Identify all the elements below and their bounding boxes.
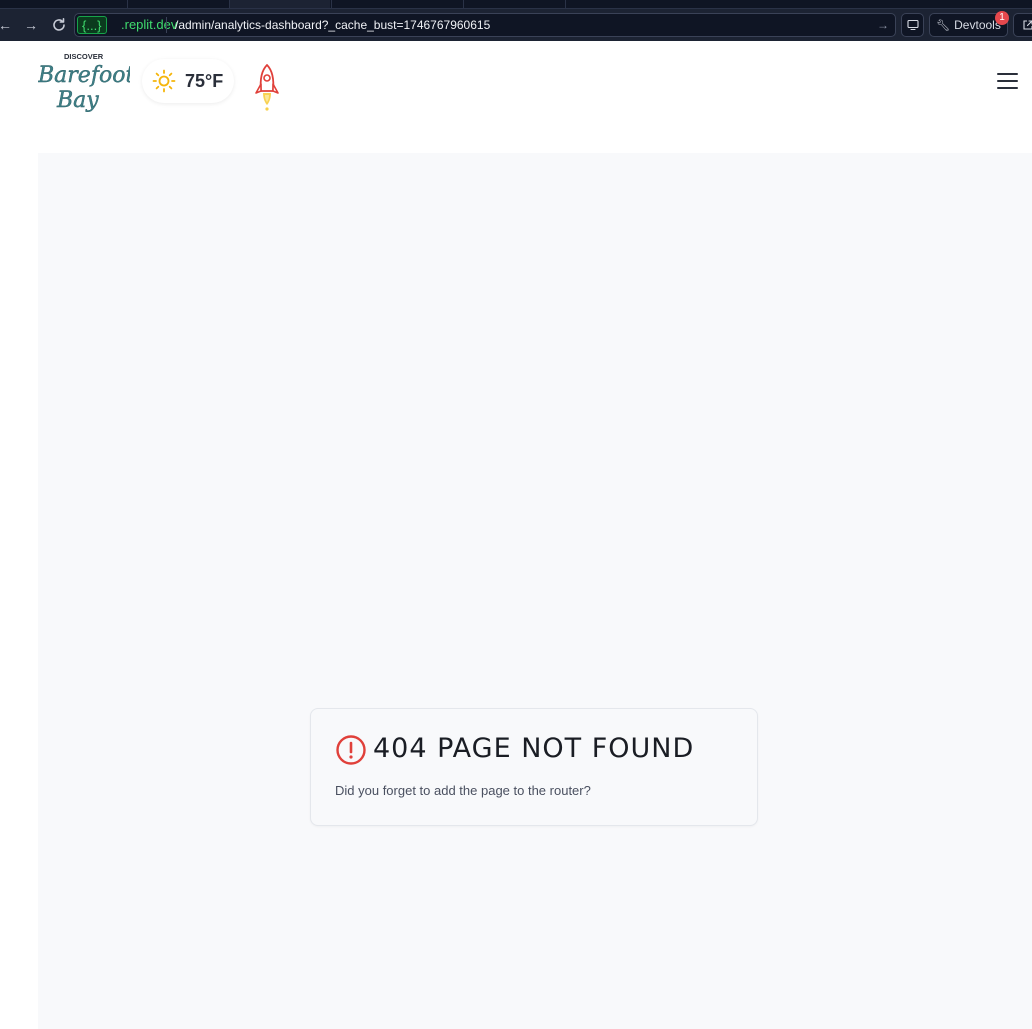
go-arrow-icon[interactable]: →: [877, 16, 889, 34]
not-found-card: 404 PAGE NOT FOUND Did you forget to add…: [310, 708, 758, 826]
back-arrow-icon: ←: [0, 17, 12, 33]
main-content: 404 PAGE NOT FOUND Did you forget to add…: [38, 153, 1032, 1029]
site-header: DISCOVER Barefoot Bay 75°F: [0, 41, 1032, 153]
host-badge[interactable]: {...}: [77, 16, 107, 34]
browser-tab[interactable]: [331, 0, 462, 8]
browser-tab[interactable]: [463, 0, 564, 8]
browser-toolbar: ← → {...} .replit.dev /admin/analytics-d…: [0, 8, 1032, 41]
hamburger-line: [997, 80, 1018, 83]
svg-text:Barefoot: Barefoot: [38, 63, 130, 88]
not-found-title: 404 PAGE NOT FOUND: [373, 733, 695, 764]
barefoot-bay-logo: DISCOVER Barefoot Bay: [37, 52, 135, 113]
browser-tab[interactable]: [127, 0, 228, 8]
monitor-icon: [906, 19, 919, 31]
browser-tab-strip: [0, 0, 1032, 8]
sun-icon: [152, 69, 176, 93]
alert-circle-icon: [336, 735, 366, 765]
reload-icon: [53, 18, 65, 31]
reload-button[interactable]: [50, 16, 68, 34]
temperature-value: 75°F: [185, 71, 224, 91]
forward-button[interactable]: →: [22, 16, 40, 34]
address-divider: [166, 17, 167, 33]
not-found-message: Did you forget to add the page to the ro…: [335, 783, 591, 798]
notification-badge: 1: [995, 11, 1009, 25]
hamburger-menu-button[interactable]: [996, 71, 1020, 91]
svg-text:DISCOVER: DISCOVER: [64, 52, 104, 61]
browser-tab-active[interactable]: [229, 0, 330, 8]
host-domain: .replit.dev: [121, 17, 178, 32]
site-logo[interactable]: DISCOVER Barefoot Bay: [37, 49, 135, 113]
rocket-icon: [255, 64, 279, 111]
open-external-button[interactable]: [1013, 13, 1032, 37]
devtools-label: Devtools: [954, 18, 1001, 32]
rocket-button[interactable]: [253, 63, 281, 113]
weather-widget[interactable]: 75°F: [142, 59, 234, 103]
browser-tab[interactable]: [565, 0, 1032, 8]
address-bar[interactable]: {...} .replit.dev /admin/analytics-dashb…: [74, 13, 896, 37]
wrench-icon: 🔧︎: [936, 20, 951, 32]
svg-text:Bay: Bay: [56, 88, 99, 113]
hamburger-line: [997, 87, 1018, 90]
screen-preview-button[interactable]: [901, 13, 924, 37]
hamburger-line: [997, 73, 1018, 76]
host-badge-label: {...}: [82, 18, 102, 33]
devtools-button[interactable]: 🔧︎ Devtools 1: [929, 11, 1009, 37]
external-link-icon: [1023, 20, 1032, 30]
back-button[interactable]: ←: [0, 16, 14, 34]
url-path[interactable]: /admin/analytics-dashboard?_cache_bust=1…: [175, 16, 490, 34]
forward-arrow-icon: →: [24, 17, 38, 33]
